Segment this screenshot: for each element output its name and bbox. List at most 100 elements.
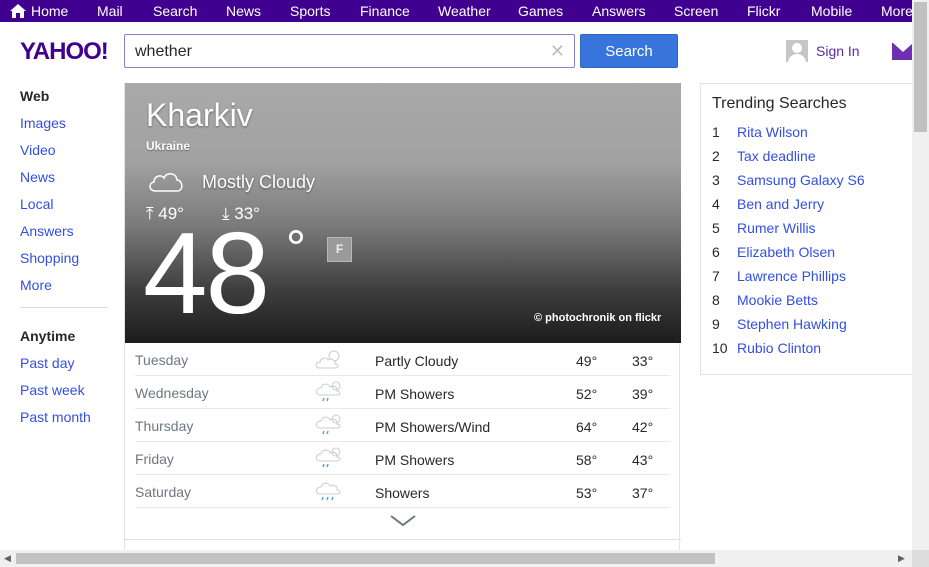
trending-item: 10 Rubio Clinton (712, 340, 865, 364)
search-input[interactable] (135, 41, 545, 63)
forecast-high: 53° (576, 485, 598, 501)
weather-city[interactable]: Kharkiv (146, 97, 253, 134)
card-divider (125, 539, 681, 540)
trending-link[interactable]: Rumer Willis (737, 220, 816, 236)
nav-screen[interactable]: Screen (674, 3, 718, 19)
sign-in-link[interactable]: Sign In (786, 40, 860, 62)
trending-link[interactable]: Samsung Galaxy S6 (737, 172, 865, 188)
nav-home-label: Home (31, 3, 69, 19)
weather-condition: Mostly Cloudy (202, 172, 316, 192)
time-past-day[interactable]: Past day (20, 355, 110, 382)
vertical-answers[interactable]: Answers (20, 223, 110, 250)
forecast-day: Wednesday (135, 385, 209, 401)
vertical-scrollbar[interactable] (912, 0, 929, 550)
nav-home[interactable]: Home (10, 3, 68, 19)
time-past-week[interactable]: Past week (20, 382, 110, 409)
unit-toggle[interactable]: F (327, 237, 352, 262)
forecast-low: 42° (632, 419, 654, 435)
trending-rank: 9 (712, 316, 720, 332)
trending-item: 1 Rita Wilson (712, 124, 865, 148)
clear-icon[interactable]: ✕ (550, 41, 565, 62)
trending-link[interactable]: Rita Wilson (737, 124, 808, 140)
trending-link[interactable]: Rubio Clinton (737, 340, 821, 356)
time-filter-label[interactable]: Anytime (20, 328, 110, 355)
forecast-day: Tuesday (135, 352, 189, 368)
trending-link[interactable]: Mookie Betts (737, 292, 818, 308)
trending-item: 3 Samsung Galaxy S6 (712, 172, 865, 196)
nav-games[interactable]: Games (518, 3, 563, 19)
trending-item: 4 Ben and Jerry (712, 196, 865, 220)
forecast-desc: PM Showers (375, 386, 455, 402)
nav-news[interactable]: News (226, 3, 261, 19)
trending-list: 1 Rita Wilson 2 Tax deadline 3 Samsung Gala… (712, 124, 865, 364)
nav-flickr[interactable]: Flickr (747, 3, 780, 19)
mail-icon[interactable] (892, 43, 914, 60)
forecast-desc: PM Showers (375, 452, 455, 468)
trending-rank: 2 (712, 148, 720, 164)
trending-item: 7 Lawrence Phillips (712, 268, 865, 292)
trending-link[interactable]: Tax deadline (737, 148, 816, 164)
yahoo-logo[interactable]: YAHOO! (20, 38, 109, 66)
photo-credit[interactable]: © photochronik on flickr (534, 312, 661, 324)
home-icon (10, 4, 26, 18)
nav-mail[interactable]: Mail (97, 3, 123, 19)
weather-card: Kharkiv Ukraine Mostly Cloudy ⤒ 49° ⤓ 33… (124, 83, 681, 553)
search-button[interactable]: Search (580, 34, 678, 68)
top-nav-bar: Home Mail Search News Sports Finance Wea… (0, 0, 913, 22)
horizontal-scrollbar[interactable]: ◀ ▶ (0, 550, 912, 567)
time-past-month[interactable]: Past month (20, 409, 110, 436)
forecast-high: 52° (576, 386, 598, 402)
forecast-row: Wednesday PM Showers 52° 39° (135, 376, 670, 409)
nav-finance[interactable]: Finance (360, 3, 410, 19)
nav-answers[interactable]: Answers (592, 3, 646, 19)
forecast-day: Thursday (135, 418, 194, 434)
vertical-images[interactable]: Images (20, 115, 110, 142)
forecast-row: Friday PM Showers 58° 43° (135, 442, 670, 475)
trending-link[interactable]: Ben and Jerry (737, 196, 824, 212)
scroll-left-icon[interactable]: ◀ (4, 553, 11, 564)
trending-rank: 10 (712, 340, 728, 356)
sign-in-label: Sign In (816, 43, 860, 59)
trending-title: Trending Searches (712, 95, 847, 112)
forecast-day: Friday (135, 451, 174, 467)
forecast-low: 43° (632, 452, 654, 468)
showers-icon (315, 447, 341, 468)
vertical-local[interactable]: Local (20, 196, 110, 223)
yahoo-search-page: Home Mail Search News Sports Finance Wea… (0, 0, 929, 567)
weather-country: Ukraine (146, 139, 191, 153)
nav-more[interactable]: More (881, 3, 913, 19)
scroll-right-icon[interactable]: ▶ (898, 553, 905, 564)
horizontal-scroll-thumb[interactable] (16, 553, 715, 564)
partly-cloudy-icon (315, 350, 340, 369)
cloud-icon (149, 173, 183, 192)
vertical-scroll-thumb[interactable] (914, 2, 927, 132)
vertical-news[interactable]: News (20, 169, 110, 196)
nav-search[interactable]: Search (153, 3, 197, 19)
nav-mobile[interactable]: Mobile (811, 3, 852, 19)
vertical-more[interactable]: More (20, 277, 110, 304)
forecast-high: 64° (576, 419, 598, 435)
rain-icon (315, 482, 341, 501)
trending-searches: Trending Searches 1 Rita Wilson 2 Tax dead… (700, 83, 912, 375)
trending-link[interactable]: Lawrence Phillips (737, 268, 846, 284)
forecast-list: Tuesday Partly Cloudy 49° 33° Wednesday … (135, 343, 670, 508)
trending-link[interactable]: Stephen Hawking (737, 316, 847, 332)
forecast-high: 49° (576, 353, 598, 369)
chevron-down-icon[interactable] (389, 513, 417, 529)
forecast-desc: Showers (375, 485, 430, 501)
weather-hero: Kharkiv Ukraine Mostly Cloudy ⤒ 49° ⤓ 33… (125, 83, 681, 343)
forecast-row: Saturday Showers 53° 37° (135, 475, 670, 508)
vertical-video[interactable]: Video (20, 142, 110, 169)
trending-rank: 4 (712, 196, 720, 212)
trending-item: 6 Elizabeth Olsen (712, 244, 865, 268)
vertical-web[interactable]: Web (20, 88, 110, 115)
nav-sports[interactable]: Sports (290, 3, 330, 19)
trending-rank: 7 (712, 268, 720, 284)
trending-rank: 5 (712, 220, 720, 236)
user-icon (786, 40, 808, 62)
degree-symbol: ° (286, 220, 306, 276)
nav-weather[interactable]: Weather (438, 3, 491, 19)
trending-link[interactable]: Elizabeth Olsen (737, 244, 835, 260)
forecast-low: 37° (632, 485, 654, 501)
vertical-shopping[interactable]: Shopping (20, 250, 110, 277)
